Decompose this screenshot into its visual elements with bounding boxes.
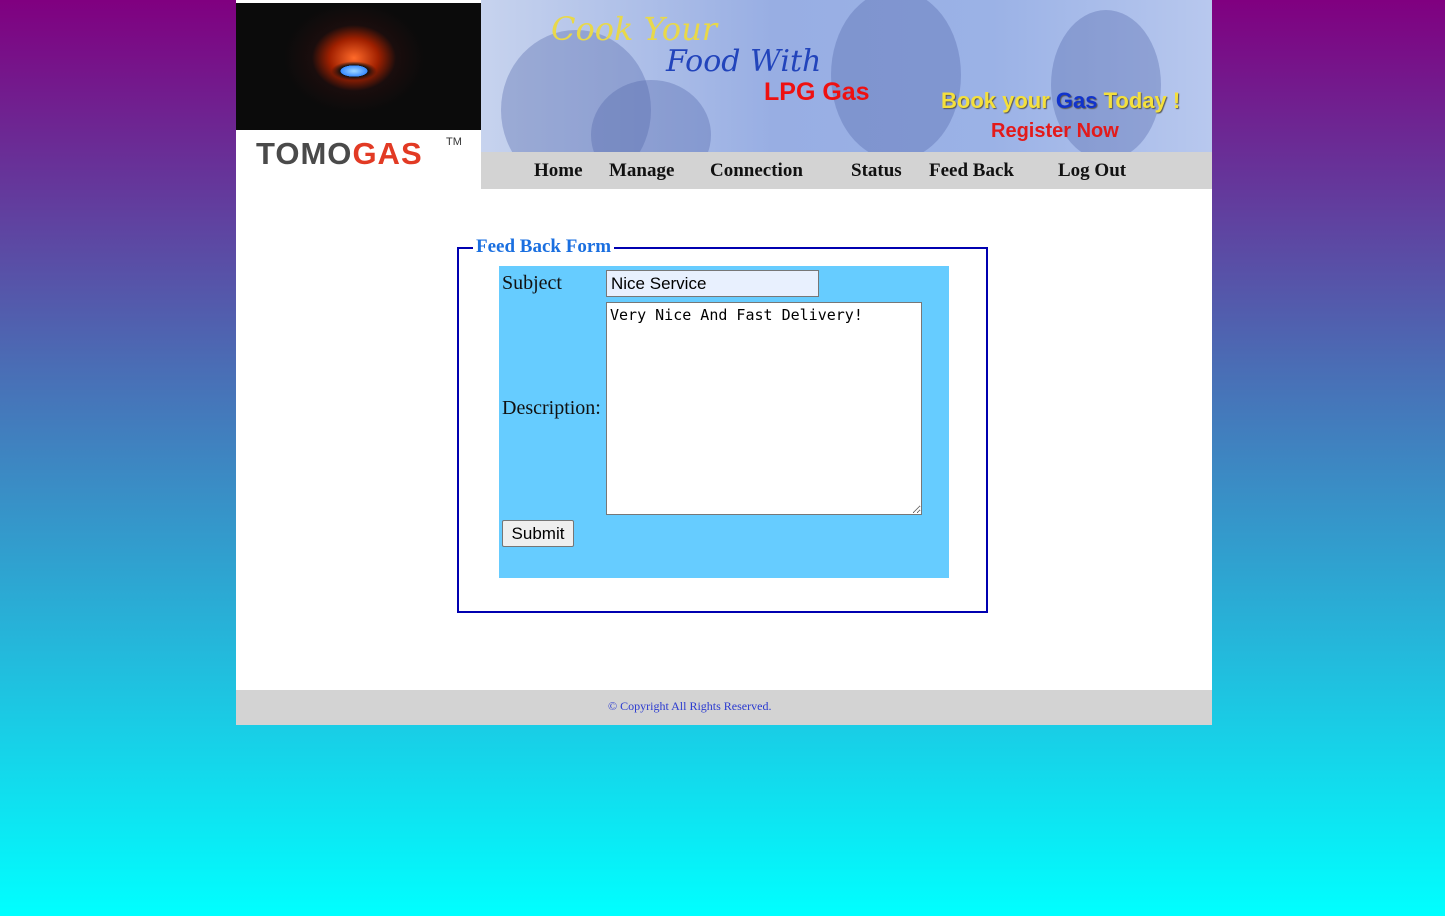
gas-flame-image <box>236 3 481 130</box>
submit-button[interactable]: Submit <box>502 520 574 547</box>
description-textarea[interactable]: Very Nice And Fast Delivery! <box>606 302 922 515</box>
subject-input[interactable] <box>606 270 819 297</box>
footer: © Copyright All Rights Reserved. <box>236 690 1212 725</box>
banner-headline-3: LPG Gas <box>764 78 870 106</box>
banner-register-now[interactable]: Register Now <box>991 120 1119 143</box>
trademark-mark: TM <box>446 136 462 148</box>
banner-headline-2: Food With <box>666 44 822 79</box>
description-label: Description: <box>502 397 601 419</box>
promo-banner: Cook Your Food With LPG Gas Book your Ga… <box>481 0 1212 152</box>
nav-feedback[interactable]: Feed Back <box>929 160 1014 182</box>
feedback-form-legend: Feed Back Form <box>473 236 615 258</box>
banner-headline-1: Cook Your <box>551 10 718 48</box>
subject-label: Subject <box>502 272 562 294</box>
nav-status[interactable]: Status <box>851 160 902 182</box>
nav-manage[interactable]: Manage <box>609 160 674 182</box>
copyright-text: © Copyright All Rights Reserved. <box>608 699 772 713</box>
page-container: TOMOGAS TM Cook Your Food With LPG Gas B… <box>236 0 1212 725</box>
main-navigation: Home Manage Connection Status Feed Back … <box>481 152 1212 189</box>
nav-logout[interactable]: Log Out <box>1058 160 1126 182</box>
nav-connection[interactable]: Connection <box>710 160 803 182</box>
nav-home[interactable]: Home <box>534 160 583 182</box>
logo[interactable]: TOMOGAS TM <box>236 0 481 189</box>
banner-book-text: Book your Gas Today ! <box>941 88 1181 113</box>
brand-logo-text: TOMOGAS <box>256 136 423 171</box>
